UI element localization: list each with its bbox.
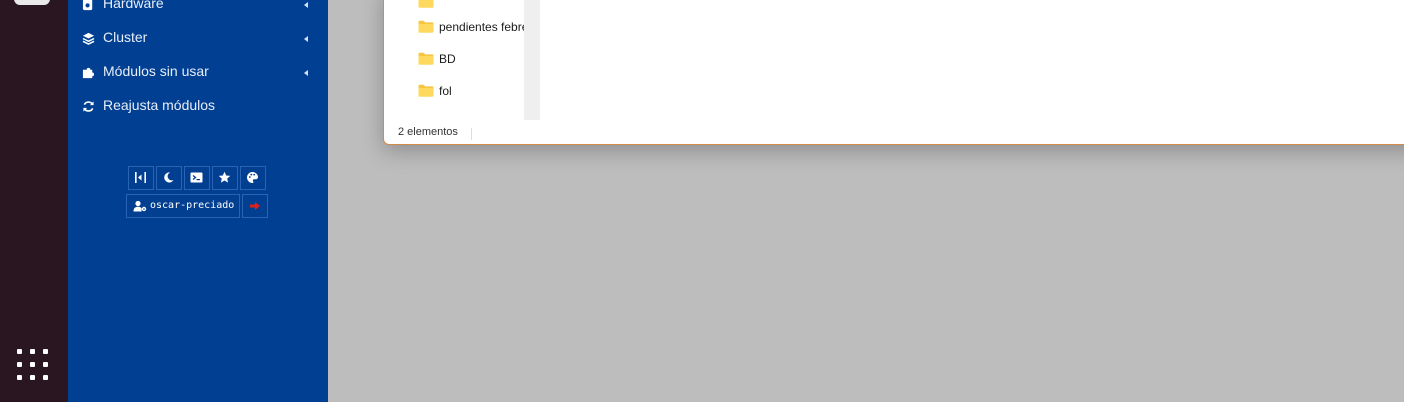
caret-left-icon <box>304 36 308 42</box>
item-count: 2 elementos <box>398 126 458 138</box>
folder-icon <box>418 84 434 97</box>
sidebar-item-label: Cluster <box>103 29 148 45</box>
caret-left-icon <box>304 2 308 8</box>
theme-button[interactable] <box>240 166 266 190</box>
folder-item[interactable]: pendientes febre <box>418 17 524 39</box>
logout-icon <box>250 202 260 210</box>
file-manager-window: pendientes febre BD fol 2 elementos <box>383 0 1404 145</box>
sidebar-item-modulos-sin-usar[interactable]: Módulos sin usar <box>68 59 328 89</box>
folder-icon <box>418 52 434 65</box>
dark-mode-button[interactable] <box>156 166 182 190</box>
folder-icon <box>418 20 434 33</box>
tree-scrollbar[interactable] <box>524 0 540 120</box>
username: oscar-preciado <box>150 200 235 211</box>
layers-icon <box>82 32 95 45</box>
folder-name: pendientes febre <box>439 20 524 34</box>
folder-item[interactable]: BD <box>418 49 524 71</box>
app-grid-icon[interactable] <box>17 349 49 381</box>
sidebar-item-reajusta-modulos[interactable]: Reajusta módulos <box>68 93 328 123</box>
favorites-button[interactable] <box>212 166 238 190</box>
terminal-button[interactable] <box>184 166 210 190</box>
sidebar: Hardware Cluster Módulos sin usar Reajus… <box>68 0 328 402</box>
palette-icon <box>247 172 258 183</box>
caret-left-icon <box>304 70 308 76</box>
folder-name: BD <box>439 52 456 66</box>
folder-item[interactable]: fol <box>418 81 524 103</box>
star-icon <box>218 171 231 183</box>
puzzle-icon <box>82 67 95 79</box>
collapse-button[interactable] <box>128 166 154 190</box>
sidebar-item-cluster[interactable]: Cluster <box>68 25 328 55</box>
sidebar-item-label: Reajusta módulos <box>103 97 216 113</box>
terminal-icon <box>190 172 203 183</box>
hardware-icon <box>82 0 93 11</box>
dock-app-button[interactable] <box>14 0 50 5</box>
folder-tree: pendientes febre BD fol <box>384 0 524 120</box>
status-divider <box>471 128 472 140</box>
folder-item[interactable] <box>418 0 524 14</box>
refresh-icon <box>83 101 94 112</box>
folder-icon <box>418 0 434 8</box>
user-button[interactable]: oscar-preciado <box>126 194 240 218</box>
user-settings-icon <box>133 200 147 212</box>
folder-name: fol <box>439 84 452 98</box>
moon-icon <box>164 172 174 183</box>
sidebar-item-hardware[interactable]: Hardware <box>68 0 328 21</box>
sidebar-item-label: Hardware <box>103 0 164 11</box>
logout-button[interactable] <box>242 194 268 218</box>
collapse-icon <box>135 172 146 183</box>
dock <box>0 0 68 402</box>
status-bar: 2 elementos <box>384 125 1404 143</box>
sidebar-item-label: Módulos sin usar <box>103 63 209 79</box>
